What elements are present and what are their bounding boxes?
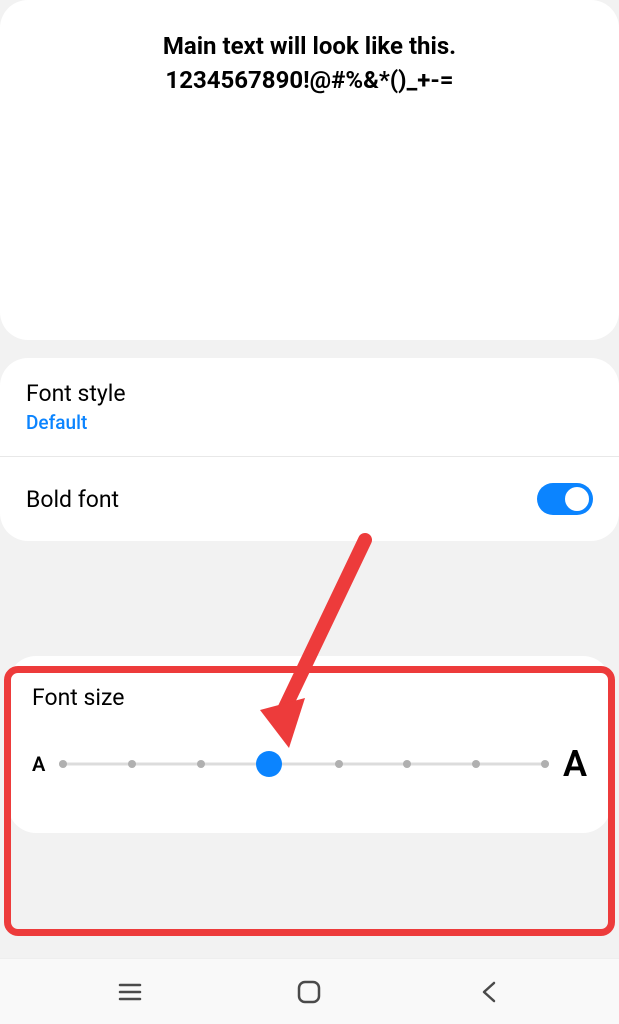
toggle-thumb (564, 486, 590, 512)
slider-dots (59, 760, 549, 768)
recents-button[interactable] (95, 972, 165, 1012)
font-size-slider[interactable] (59, 752, 549, 776)
navigation-bar (0, 958, 619, 1024)
font-size-slider-container: A A (32, 743, 587, 785)
slider-thumb[interactable] (256, 751, 282, 777)
font-size-label: Font size (32, 684, 587, 711)
font-style-row[interactable]: Font style Default (0, 358, 619, 457)
preview-text: Main text will look like this. 123456789… (20, 30, 599, 97)
font-style-info: Font style Default (26, 380, 126, 434)
back-icon (480, 980, 498, 1004)
font-size-card: Font size A A (8, 656, 611, 833)
slider-step (335, 760, 343, 768)
font-style-label: Font style (26, 380, 126, 407)
settings-card: Font style Default Bold font (0, 358, 619, 541)
slider-step (59, 760, 67, 768)
bold-font-label: Bold font (26, 486, 119, 513)
slider-step (128, 760, 136, 768)
home-button[interactable] (274, 972, 344, 1012)
preview-line-1: Main text will look like this. (20, 30, 599, 64)
slider-step (403, 760, 411, 768)
slider-step (197, 760, 205, 768)
recents-icon (118, 982, 142, 1002)
large-a-icon: A (563, 743, 587, 785)
preview-card: Main text will look like this. 123456789… (0, 0, 619, 340)
small-a-icon: A (32, 752, 45, 776)
preview-line-2: 1234567890!@#%&*()_+-= (20, 64, 599, 98)
bold-font-toggle[interactable] (537, 483, 593, 515)
font-style-value: Default (26, 411, 126, 434)
bold-font-row: Bold font (0, 457, 619, 541)
back-button[interactable] (454, 972, 524, 1012)
slider-step (541, 760, 549, 768)
slider-step (472, 760, 480, 768)
home-icon (296, 979, 322, 1005)
